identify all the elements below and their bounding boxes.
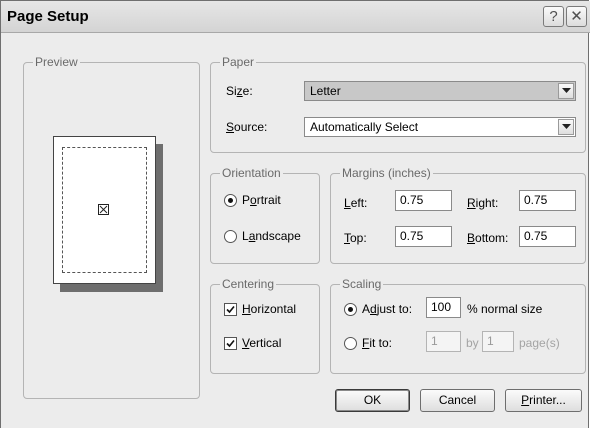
chevron-down-icon[interactable]: [558, 119, 574, 135]
left-margin-input[interactable]: 0.75: [395, 190, 452, 211]
preview-legend: Preview: [33, 55, 80, 69]
help-button[interactable]: ?: [543, 6, 564, 27]
top-margin-label: Top:: [344, 231, 367, 245]
centering-legend: Centering: [220, 277, 277, 291]
vertical-checkbox[interactable]: [224, 337, 237, 350]
orientation-legend: Orientation: [220, 166, 283, 180]
cancel-button[interactable]: Cancel: [420, 389, 495, 412]
bottom-margin-input[interactable]: 0.75: [519, 226, 576, 247]
horizontal-checkbox[interactable]: [224, 303, 237, 316]
scaling-legend: Scaling: [340, 277, 384, 291]
page-preview: [53, 136, 156, 284]
chevron-down-icon[interactable]: [558, 83, 574, 99]
vertical-label[interactable]: Vertical: [242, 336, 281, 350]
content-placeholder-icon: [98, 204, 109, 215]
close-button[interactable]: ✕: [566, 6, 587, 27]
page-setup-dialog: Page Setup ? ✕ Preview Paper Size: Lette…: [0, 0, 590, 428]
paper-legend: Paper: [220, 55, 257, 69]
source-label: Source:: [226, 120, 268, 134]
normal-size-label: % normal size: [467, 302, 543, 316]
paper-group: Paper: [210, 55, 586, 153]
fit-to-radio[interactable]: [344, 337, 357, 350]
fit-tall-input[interactable]: 1: [482, 331, 514, 352]
portrait-label[interactable]: Portrait: [242, 193, 281, 207]
close-icon: ✕: [570, 8, 583, 25]
bottom-margin-label: Bottom:: [467, 231, 509, 245]
portrait-radio[interactable]: [224, 194, 237, 207]
source-select[interactable]: Automatically Select: [304, 117, 576, 137]
dialog-title: Page Setup: [7, 8, 89, 25]
margins-group: Margins (inches): [330, 166, 586, 264]
margins-legend: Margins (inches): [340, 166, 433, 180]
ok-button[interactable]: OK: [335, 389, 410, 412]
adjust-percent-input[interactable]: 100: [426, 297, 461, 318]
radio-selected-dot: [228, 198, 233, 203]
adjust-to-label[interactable]: Adjust to:: [362, 302, 412, 316]
horizontal-label[interactable]: Horizontal: [242, 302, 296, 316]
landscape-radio[interactable]: [224, 230, 237, 243]
size-value: Letter: [310, 84, 341, 98]
radio-selected-dot: [348, 307, 353, 312]
size-label: Size:: [226, 84, 253, 98]
checkmark-icon: [226, 305, 235, 314]
right-margin-input[interactable]: 0.75: [519, 190, 576, 211]
size-select[interactable]: Letter: [304, 81, 576, 101]
printer-button[interactable]: Printer...: [505, 389, 582, 412]
landscape-label[interactable]: Landscape: [242, 229, 301, 243]
help-icon: ?: [549, 8, 558, 25]
source-value: Automatically Select: [310, 120, 419, 134]
by-label: by: [466, 336, 479, 350]
top-margin-input[interactable]: 0.75: [395, 226, 452, 247]
checkmark-icon: [226, 339, 235, 348]
title-bar[interactable]: Page Setup ? ✕: [1, 1, 590, 33]
right-margin-label: Right:: [467, 196, 499, 210]
fit-wide-input[interactable]: 1: [426, 331, 461, 352]
pages-label: page(s): [519, 336, 560, 350]
orientation-group: Orientation: [210, 166, 320, 264]
adjust-to-radio[interactable]: [344, 303, 357, 316]
left-margin-label: Left:: [344, 196, 368, 210]
centering-group: Centering: [210, 277, 320, 374]
fit-to-label[interactable]: Fit to:: [362, 336, 392, 350]
